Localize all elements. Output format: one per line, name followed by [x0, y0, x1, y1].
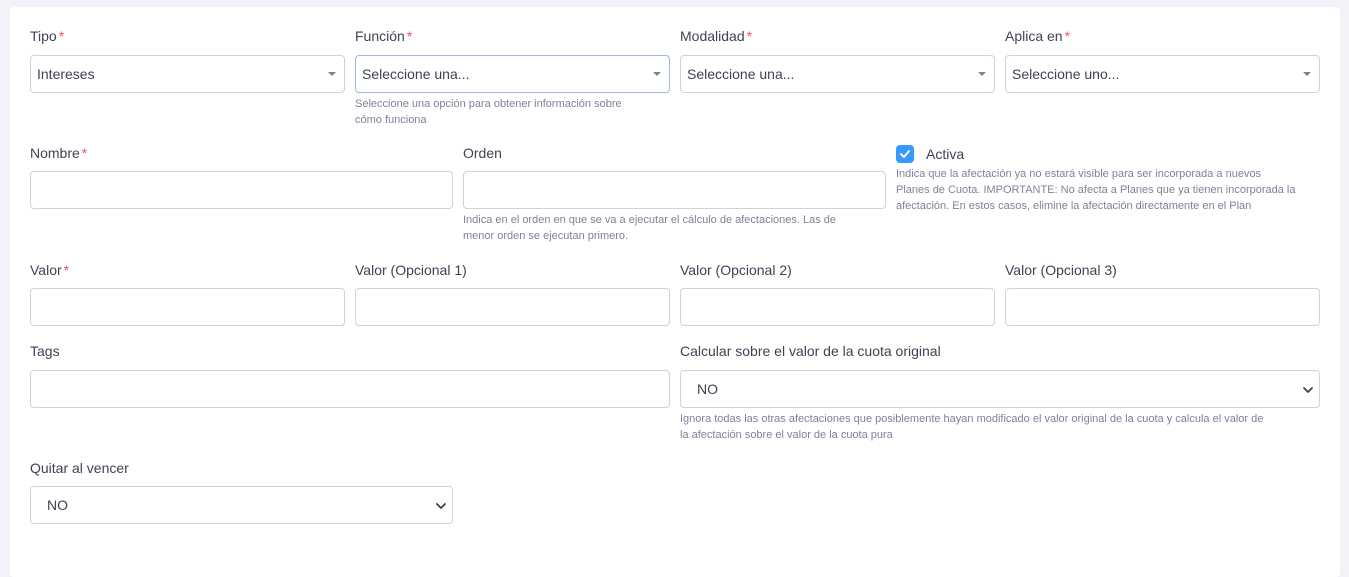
quitar-select[interactable]: NO: [30, 486, 453, 524]
tipo-value: Intereses: [37, 66, 95, 82]
calcular-help: Ignora todas las otras afectaciones que …: [680, 413, 1264, 441]
checkmark-icon: [900, 150, 910, 158]
calcular-select[interactable]: NO: [680, 370, 1320, 408]
calcular-label: Calcular sobre el valor de la cuota orig…: [680, 343, 941, 359]
orden-label: Orden: [463, 145, 502, 161]
caret-down-icon: [978, 72, 986, 76]
valor-label: Valor *: [30, 262, 70, 278]
valor-op2-label: Valor (Opcional 2): [680, 262, 792, 278]
tipo-label: Tipo *: [30, 28, 65, 44]
aplica-en-label: Aplica en *: [1005, 28, 1071, 44]
calcular-value: NO: [697, 381, 718, 397]
valor-op3-label: Valor (Opcional 3): [1005, 262, 1117, 278]
modalidad-placeholder: Seleccione una...: [687, 66, 795, 82]
tags-input[interactable]: [30, 370, 670, 408]
form-card: Tipo * Intereses Función * Seleccione una.…: [10, 7, 1340, 577]
valor-op3-input[interactable]: [1005, 288, 1320, 326]
quitar-label: Quitar al vencer: [30, 460, 129, 476]
quitar-value: NO: [47, 497, 68, 513]
funcion-select[interactable]: Seleccione una...: [355, 55, 670, 93]
caret-down-icon: [653, 72, 661, 76]
valor-op1-input[interactable]: [355, 288, 670, 326]
aplica-en-placeholder: Seleccione uno...: [1012, 66, 1120, 82]
valor-op1-label: Valor (Opcional 1): [355, 262, 467, 278]
chevron-down-icon: [436, 503, 446, 509]
valor-op2-input[interactable]: [680, 288, 995, 326]
caret-down-icon: [328, 72, 336, 76]
caret-down-icon: [1303, 72, 1311, 76]
funcion-label: Función *: [355, 28, 413, 44]
chevron-down-icon: [1303, 387, 1313, 393]
funcion-placeholder: Seleccione una...: [362, 66, 470, 82]
activa-label: Activa: [926, 146, 965, 162]
funcion-help: Seleccione una opción para obtener infor…: [355, 98, 622, 126]
modalidad-label: Modalidad *: [680, 28, 753, 44]
nombre-label: Nombre *: [30, 145, 88, 161]
modalidad-select[interactable]: Seleccione una...: [680, 55, 995, 93]
activa-checkbox[interactable]: [896, 145, 914, 163]
activa-help: Indica que la afectación ya no estará vi…: [896, 168, 1296, 212]
tipo-select[interactable]: Intereses: [30, 55, 345, 93]
valor-input[interactable]: [30, 288, 345, 326]
aplica-en-select[interactable]: Seleccione uno...: [1005, 55, 1320, 93]
orden-input[interactable]: [463, 171, 886, 209]
nombre-input[interactable]: [30, 171, 453, 209]
tags-label: Tags: [30, 343, 60, 359]
orden-help: Indica en el orden en que se va a ejecut…: [463, 214, 837, 242]
